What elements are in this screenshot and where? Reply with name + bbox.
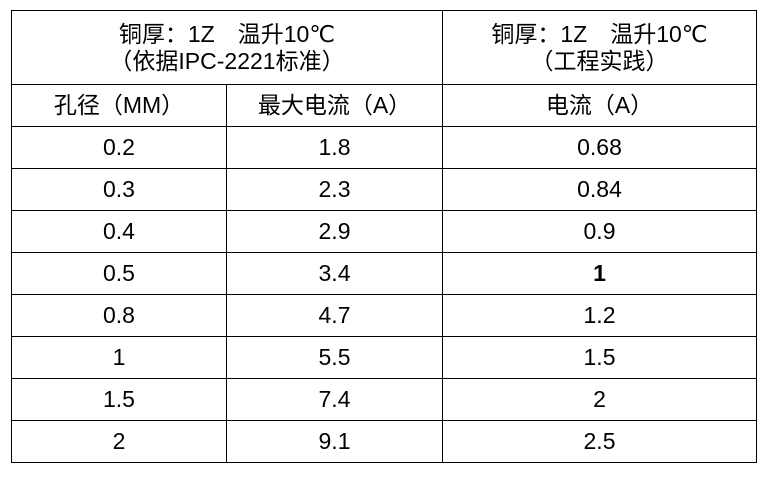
table-row: 2 9.1 2.5: [11, 420, 758, 463]
hole-diameter-cell: 0.5: [11, 252, 227, 295]
table-row: 0.2 1.8 0.68: [11, 126, 758, 169]
ipc2221-group-condition: 铜厚：1Z 温升10℃: [118, 21, 336, 48]
current-cell: 0.9: [442, 210, 758, 253]
hole-diameter-cell: 1.5: [11, 378, 227, 421]
column-header-current: 电流（A）: [442, 84, 758, 127]
ipc2221-group-header: 铜厚：1Z 温升10℃ （依据IPC-2221标准）: [10, 10, 444, 85]
table-row: 0.4 2.9 0.9: [11, 210, 758, 253]
table-row: 0.5 3.4 1: [11, 252, 758, 295]
table-group-header-row: 铜厚：1Z 温升10℃ （依据IPC-2221标准） 铜厚：1Z 温升10℃ （…: [10, 10, 758, 85]
via-current-table: 铜厚：1Z 温升10℃ （依据IPC-2221标准） 铜厚：1Z 温升10℃ （…: [10, 10, 758, 463]
table-row: 1.5 7.4 2: [11, 378, 758, 421]
table-column-header-row: 孔径（MM） 最大电流（A） 电流（A）: [11, 84, 758, 127]
hole-diameter-cell: 0.8: [11, 294, 227, 337]
hole-diameter-cell: 0.2: [11, 126, 227, 169]
max-current-cell: 1.8: [225, 126, 444, 169]
max-current-cell: 3.4: [225, 252, 444, 295]
current-cell-highlighted: 1: [442, 252, 758, 295]
current-cell: 1.2: [442, 294, 758, 337]
current-cell: 1.5: [442, 336, 758, 379]
max-current-cell: 4.7: [225, 294, 444, 337]
current-cell: 2.5: [442, 420, 758, 463]
max-current-cell: 5.5: [225, 336, 444, 379]
engineering-group-source: （工程实践）: [530, 47, 669, 74]
max-current-cell: 9.1: [225, 420, 444, 463]
table-row: 0.3 2.3 0.84: [11, 168, 758, 211]
engineering-group-condition: 铜厚：1Z 温升10℃: [491, 21, 708, 48]
max-current-cell: 7.4: [225, 378, 444, 421]
engineering-group-header: 铜厚：1Z 温升10℃ （工程实践）: [442, 10, 758, 85]
max-current-cell: 2.9: [225, 210, 444, 253]
table-row: 0.8 4.7 1.2: [11, 294, 758, 337]
hole-diameter-cell: 2: [11, 420, 227, 463]
table-row: 1 5.5 1.5: [11, 336, 758, 379]
column-header-max-current: 最大电流（A）: [225, 84, 444, 127]
hole-diameter-cell: 1: [11, 336, 227, 379]
ipc2221-group-source: （依据IPC-2221标准）: [109, 47, 345, 74]
max-current-cell: 2.3: [225, 168, 444, 211]
current-cell: 2: [442, 378, 758, 421]
hole-diameter-cell: 0.4: [11, 210, 227, 253]
hole-diameter-cell: 0.3: [11, 168, 227, 211]
current-cell: 0.84: [442, 168, 758, 211]
current-cell: 0.68: [442, 126, 758, 169]
column-header-hole-diameter: 孔径（MM）: [11, 84, 227, 127]
